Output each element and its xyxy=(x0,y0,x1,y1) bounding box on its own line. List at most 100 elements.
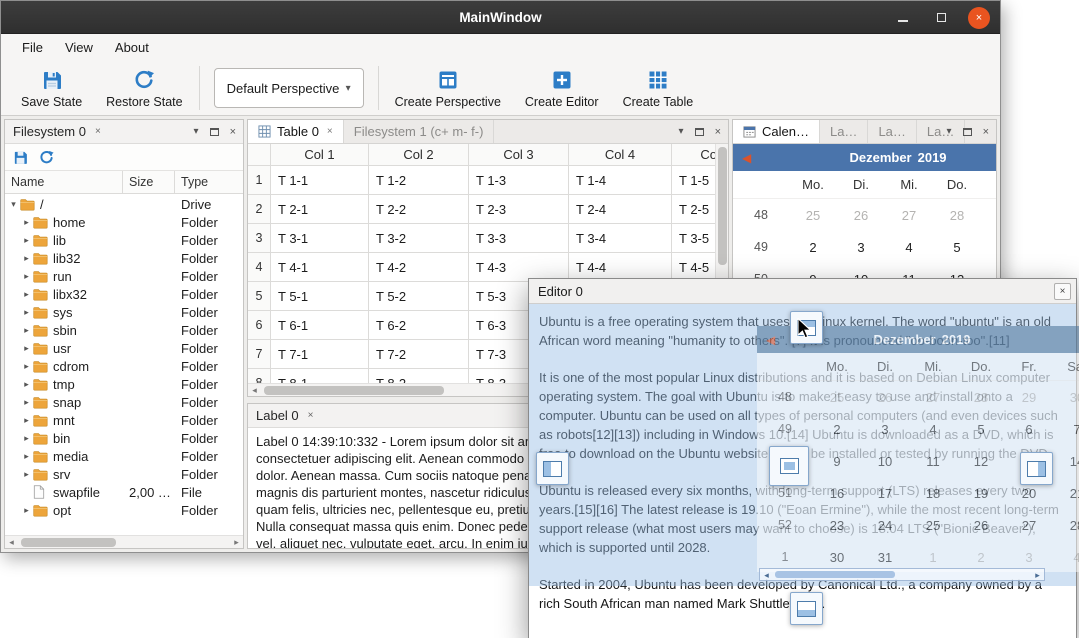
filesystem-row-sys[interactable]: ▸sysFolder xyxy=(5,303,243,321)
save-icon[interactable] xyxy=(12,149,29,166)
dock-close-icon[interactable]: × xyxy=(308,410,314,421)
expand-arrow-icon[interactable]: ▸ xyxy=(20,325,33,336)
editor-titlebar[interactable]: Editor 0 × xyxy=(529,279,1076,304)
filesystem-row-snap[interactable]: ▸snapFolder xyxy=(5,393,243,411)
filesystem-row-media[interactable]: ▸mediaFolder xyxy=(5,447,243,465)
filesystem-row-home[interactable]: ▸homeFolder xyxy=(5,213,243,231)
table-cell[interactable]: T 3-4 xyxy=(569,224,672,253)
column-header[interactable]: Col 2 xyxy=(369,144,469,166)
table-cell[interactable]: T 8-2 xyxy=(369,369,469,383)
column-header-name[interactable]: Name xyxy=(5,171,123,193)
titlebar[interactable]: MainWindow × xyxy=(1,1,1000,34)
expand-arrow-icon[interactable]: ▸ xyxy=(20,289,33,300)
calendar-day[interactable]: 3 xyxy=(837,231,885,263)
tab-table-0[interactable]: Table 0× xyxy=(248,120,344,143)
tab-la[interactable]: La… xyxy=(820,120,868,143)
column-header[interactable]: Col 5 xyxy=(672,144,715,166)
calendar-day[interactable]: 26 xyxy=(837,199,885,231)
calendar-day[interactable]: 6 xyxy=(981,231,997,263)
tab-calen[interactable]: Calen… xyxy=(733,120,820,143)
dock-menu-icon[interactable]: ▾ xyxy=(679,126,684,137)
expand-arrow-icon[interactable]: ▸ xyxy=(20,451,33,462)
tab-la[interactable]: La… xyxy=(868,120,916,143)
scroll-left-icon[interactable]: ◂ xyxy=(248,384,261,397)
filesystem-row-cdrom[interactable]: ▸cdromFolder xyxy=(5,357,243,375)
table-cell[interactable]: T 1-2 xyxy=(369,166,469,195)
table-cell[interactable]: T 7-2 xyxy=(369,340,469,369)
table-cell[interactable]: T 5-2 xyxy=(369,282,469,311)
dock-float-icon[interactable] xyxy=(963,128,972,136)
table-cell[interactable]: T 6-2 xyxy=(369,311,469,340)
expand-arrow-icon[interactable]: ▸ xyxy=(20,217,33,228)
calendar-day[interactable]: 26 xyxy=(861,381,909,413)
filesystem-row-mnt[interactable]: ▸mntFolder xyxy=(5,411,243,429)
column-header[interactable]: Col 4 xyxy=(569,144,672,166)
calendar-day[interactable]: 2 xyxy=(789,231,837,263)
horizontal-scrollbar[interactable]: ◂ ▸ xyxy=(5,535,243,548)
calendar-day[interactable]: 26 xyxy=(957,509,1005,541)
table-cell[interactable]: T 8-1 xyxy=(271,369,369,383)
calendar-day[interactable]: 24 xyxy=(861,509,909,541)
calendar-day[interactable]: 28 xyxy=(1053,509,1079,541)
calendar-day[interactable]: 28 xyxy=(933,199,981,231)
calendar-day[interactable]: 23 xyxy=(813,509,861,541)
filesystem-row-usr[interactable]: ▸usrFolder xyxy=(5,339,243,357)
table-cell[interactable]: T 2-3 xyxy=(469,195,569,224)
calendar-day[interactable]: 4 xyxy=(1053,541,1079,572)
scroll-left-icon[interactable]: ◂ xyxy=(5,536,18,549)
minimize-button[interactable] xyxy=(892,7,914,29)
calendar-day[interactable]: 18 xyxy=(909,477,957,509)
expand-arrow-icon[interactable]: ▸ xyxy=(20,361,33,372)
calendar-day[interactable]: 4 xyxy=(909,413,957,445)
save-state-button[interactable]: Save State xyxy=(9,65,94,111)
dock-menu-icon[interactable]: ▾ xyxy=(947,126,952,137)
filesystem-row-swapfile[interactable]: swapfile2,00 …File xyxy=(5,483,243,501)
table-cell[interactable]: T 3-3 xyxy=(469,224,569,253)
filesystem-row-lib[interactable]: ▸libFolder xyxy=(5,231,243,249)
calendar-day[interactable]: 9 xyxy=(813,445,861,477)
calendar-day[interactable]: 10 xyxy=(861,445,909,477)
calendar-day[interactable]: 11 xyxy=(909,445,957,477)
expand-arrow-icon[interactable]: ▸ xyxy=(20,343,33,354)
column-header[interactable]: Col 1 xyxy=(271,144,369,166)
calendar-day[interactable]: 19 xyxy=(957,477,1005,509)
calendar-month-year[interactable]: Dezember 2019 xyxy=(733,144,997,171)
filesystem-row-opt[interactable]: ▸optFolder xyxy=(5,501,243,519)
create-table-button[interactable]: Create Table xyxy=(611,65,706,111)
row-header[interactable]: 1 xyxy=(248,166,271,195)
create-editor-button[interactable]: Create Editor xyxy=(513,65,611,111)
calendar-day[interactable]: 25 xyxy=(789,199,837,231)
calendar-day[interactable]: 29 xyxy=(981,199,997,231)
calendar-day[interactable]: 17 xyxy=(861,477,909,509)
filesystem-dock-titlebar[interactable]: Filesystem 0 × ▾ × xyxy=(5,120,243,144)
menu-item-view[interactable]: View xyxy=(54,34,104,61)
expand-arrow-icon[interactable]: ▸ xyxy=(20,235,33,246)
table-cell[interactable]: T 3-5 xyxy=(672,224,715,253)
calendar-day[interactable]: 30 xyxy=(1053,381,1079,413)
tab-filesystem-1-c-m-f[interactable]: Filesystem 1 (c+ m- f-) xyxy=(344,120,495,143)
row-header[interactable]: 2 xyxy=(248,195,271,224)
create-perspective-button[interactable]: Create Perspective xyxy=(383,65,513,111)
filesystem-row-lib32[interactable]: ▸lib32Folder xyxy=(5,249,243,267)
calendar-day[interactable]: 29 xyxy=(1005,381,1053,413)
scroll-right-icon[interactable]: ▸ xyxy=(230,536,243,549)
table-cell[interactable]: T 1-5 xyxy=(672,166,715,195)
tab-close-icon[interactable]: × xyxy=(327,126,333,137)
table-cell[interactable]: T 1-1 xyxy=(271,166,369,195)
row-header[interactable]: 5 xyxy=(248,282,271,311)
calendar-day[interactable]: 14 xyxy=(1053,445,1079,477)
dock-indicator-left[interactable] xyxy=(536,452,569,485)
dock-indicator-bottom[interactable] xyxy=(790,592,823,625)
expand-arrow-icon[interactable]: ▸ xyxy=(20,415,33,426)
table-cell[interactable]: T 1-3 xyxy=(469,166,569,195)
expand-arrow-icon[interactable]: ▸ xyxy=(20,505,33,516)
table-cell[interactable]: T 2-1 xyxy=(271,195,369,224)
expand-arrow-icon[interactable]: ▸ xyxy=(20,271,33,282)
filesystem-row-sbin[interactable]: ▸sbinFolder xyxy=(5,321,243,339)
perspective-combo[interactable]: Default Perspective ▾ xyxy=(214,68,364,108)
table-cell[interactable]: T 7-1 xyxy=(271,340,369,369)
calendar-day[interactable]: 3 xyxy=(861,413,909,445)
calendar-day[interactable]: 4 xyxy=(885,231,933,263)
expand-arrow-icon[interactable]: ▸ xyxy=(20,469,33,480)
expand-arrow-icon[interactable]: ▸ xyxy=(20,379,33,390)
